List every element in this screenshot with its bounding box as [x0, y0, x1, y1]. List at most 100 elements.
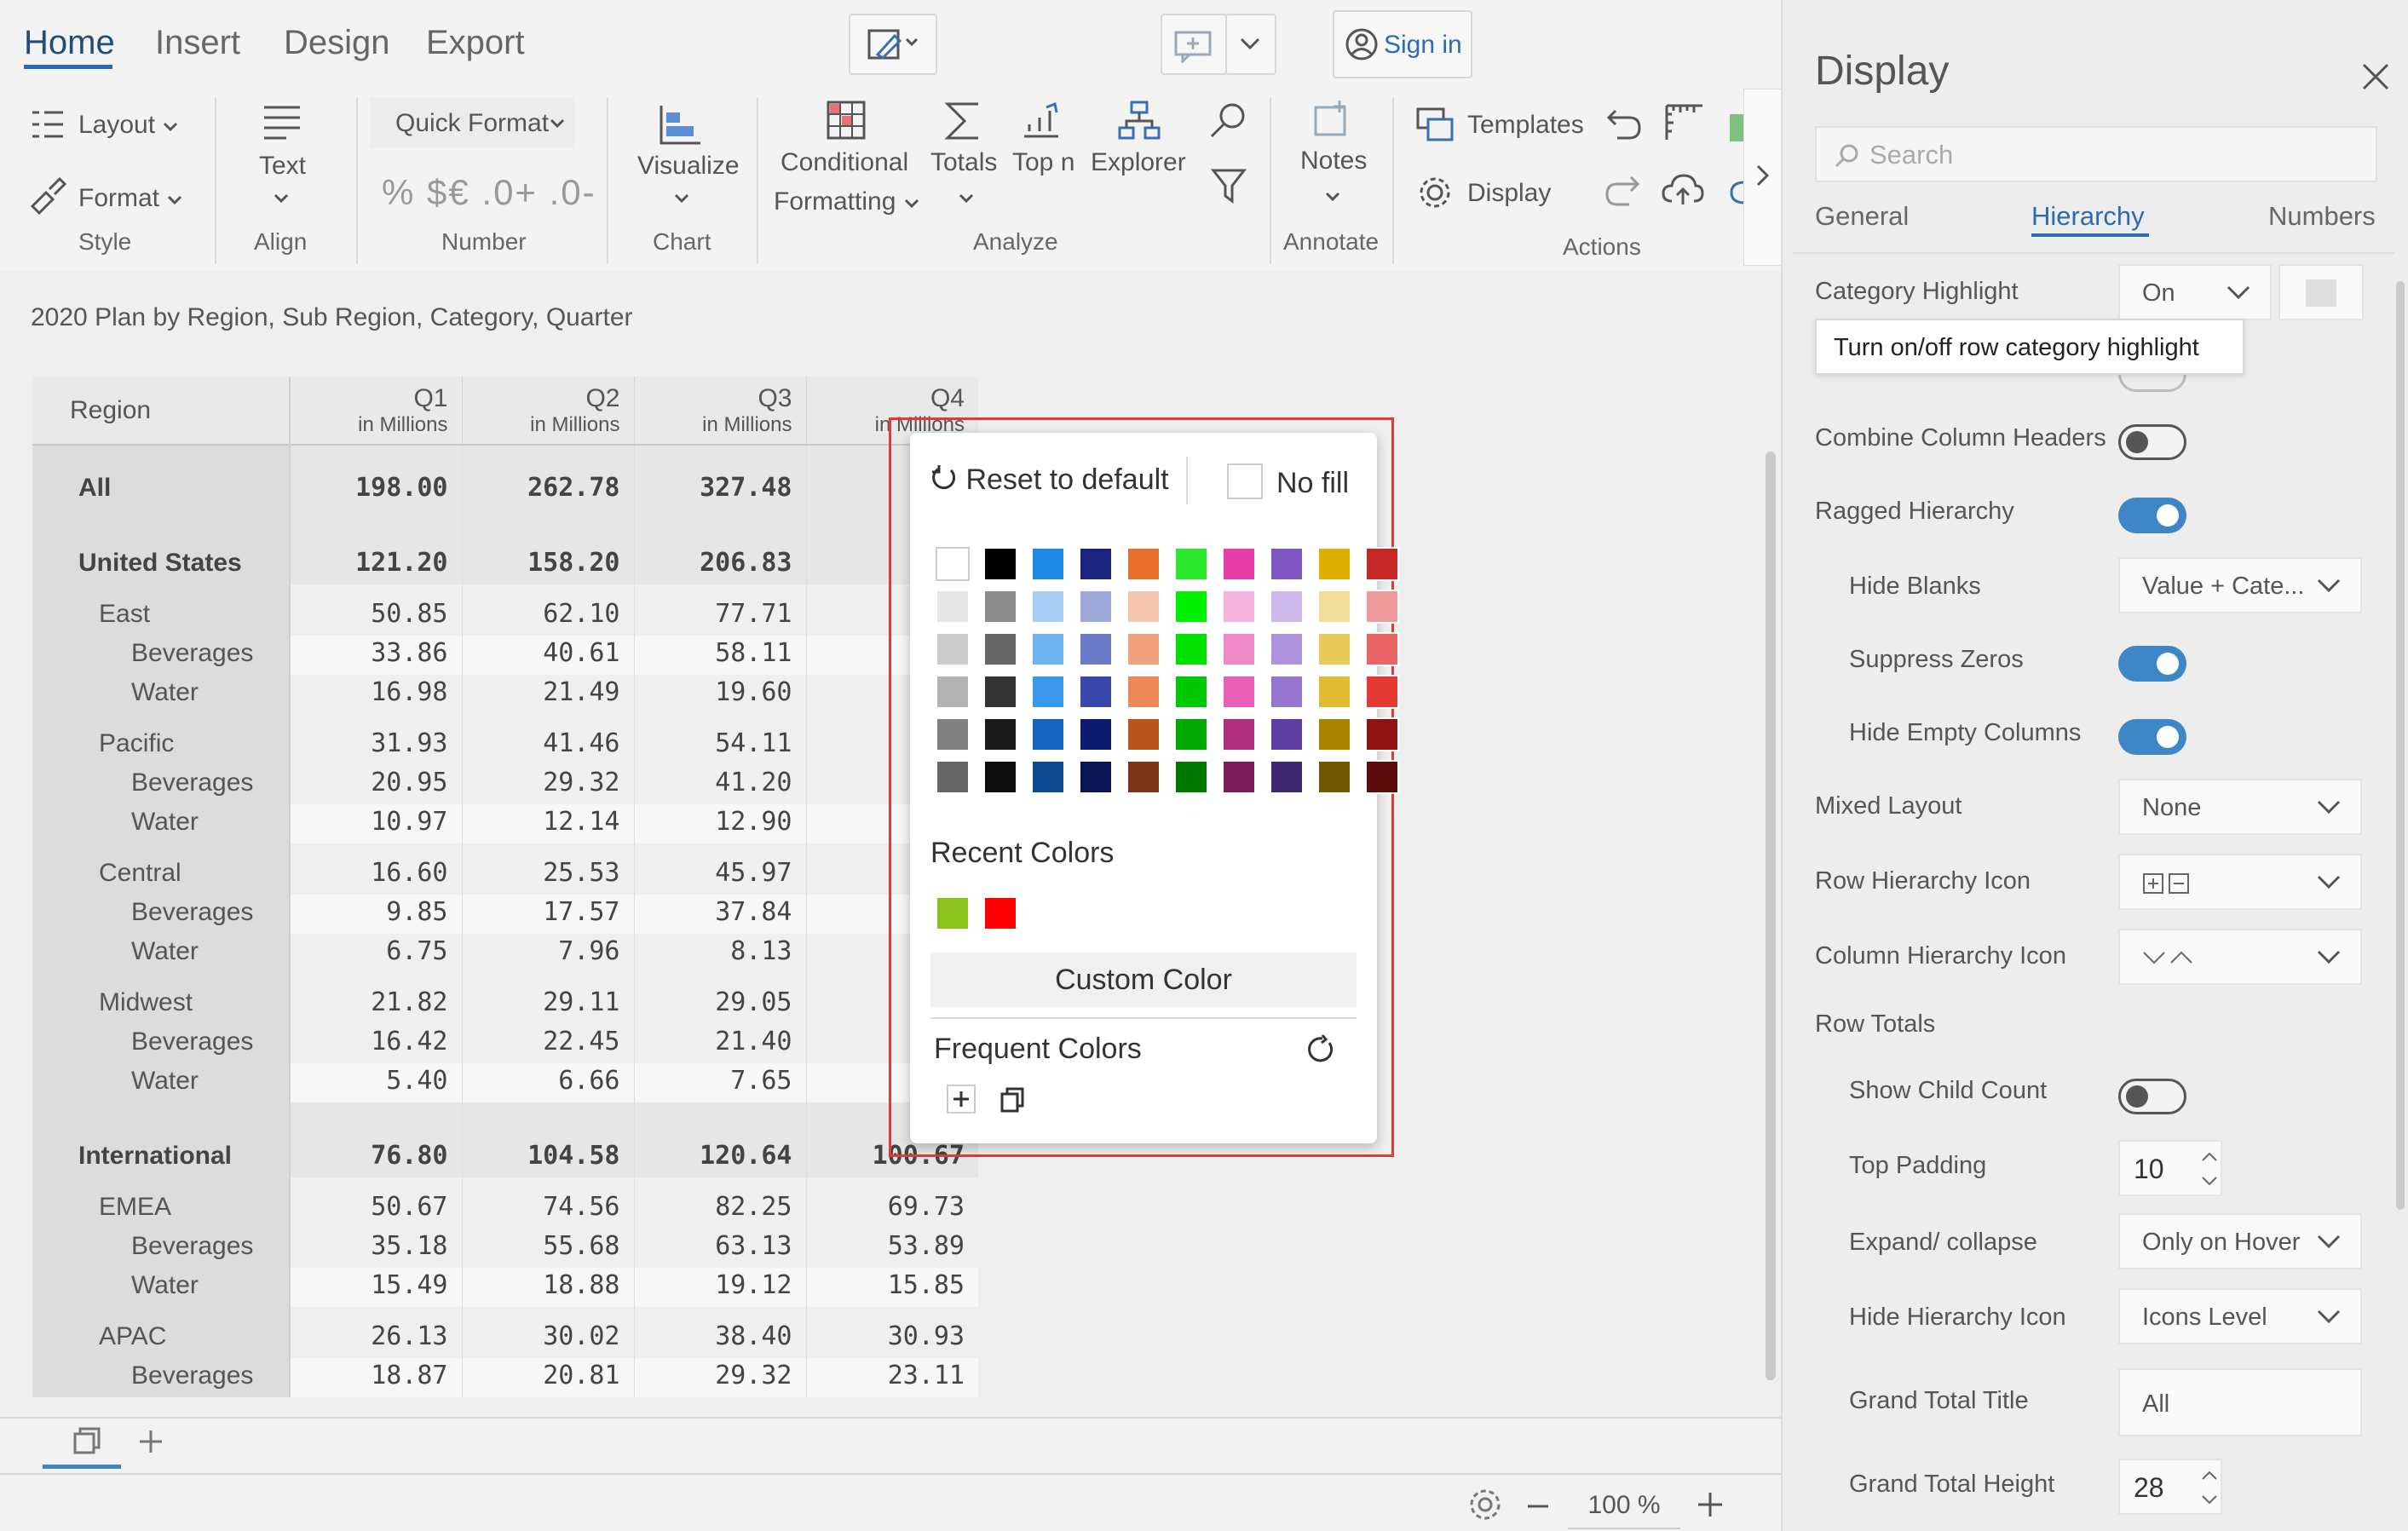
value-cell[interactable]: 10.97 — [290, 804, 463, 843]
color-swatch[interactable] — [1365, 760, 1399, 794]
color-swatch[interactable] — [1317, 547, 1351, 581]
add-sheet-icon[interactable] — [136, 1427, 165, 1456]
value-cell[interactable]: 16.60 — [290, 843, 463, 895]
color-swatch[interactable] — [1031, 547, 1065, 581]
color-swatch[interactable] — [1317, 675, 1351, 709]
column-header-q1[interactable]: Q1 in Millions — [290, 377, 463, 445]
mixed-layout-dropdown[interactable]: None — [2118, 779, 2362, 835]
row-label-cell[interactable]: Water — [32, 934, 291, 973]
value-cell[interactable]: 9.85 — [290, 895, 463, 934]
value-cell[interactable]: 50.67 — [290, 1177, 463, 1229]
color-swatch[interactable] — [1174, 547, 1208, 581]
color-swatch[interactable] — [1270, 675, 1304, 709]
row-hierarchy-icon-dropdown[interactable] — [2118, 854, 2362, 910]
ribbon-scroll-right-button[interactable] — [1743, 89, 1783, 266]
value-cell[interactable]: 26.13 — [290, 1307, 463, 1358]
color-swatch[interactable] — [1174, 590, 1208, 624]
color-swatch[interactable] — [983, 547, 1017, 581]
stepper-arrows-icon[interactable] — [2200, 1147, 2219, 1198]
color-swatch[interactable] — [1270, 717, 1304, 751]
value-cell[interactable]: 54.11 — [634, 714, 807, 765]
row-label-cell[interactable]: International — [32, 1102, 291, 1177]
color-swatch[interactable] — [1222, 547, 1256, 581]
value-cell[interactable]: 63.13 — [634, 1229, 807, 1268]
color-swatch[interactable] — [983, 632, 1017, 666]
value-cell[interactable]: 20.81 — [462, 1358, 635, 1397]
value-cell[interactable]: 7.65 — [634, 1063, 807, 1102]
row-label-cell[interactable]: Central — [32, 843, 291, 895]
value-cell[interactable]: 16.42 — [290, 1024, 463, 1063]
color-swatch[interactable] — [936, 590, 970, 624]
color-swatch[interactable] — [1270, 760, 1304, 794]
value-cell[interactable]: 25.53 — [462, 843, 635, 895]
value-cell[interactable]: 6.75 — [290, 934, 463, 973]
value-cell[interactable]: 76.80 — [290, 1102, 463, 1177]
value-cell[interactable]: 12.14 — [462, 804, 635, 843]
column-header-q3[interactable]: Q3 in Millions — [634, 377, 807, 445]
row-label-cell[interactable]: United States — [32, 509, 291, 584]
tab-home[interactable]: Home — [24, 24, 115, 62]
row-label-cell[interactable]: Midwest — [32, 973, 291, 1024]
color-swatch[interactable] — [936, 717, 970, 751]
display-button[interactable]: Display — [1467, 179, 1551, 208]
color-swatch[interactable] — [1031, 590, 1065, 624]
value-cell[interactable]: 55.68 — [462, 1229, 635, 1268]
undo-icon[interactable] — [1604, 104, 1643, 141]
search-input[interactable]: Search — [1815, 126, 2377, 182]
add-color-icon[interactable] — [946, 1084, 976, 1114]
value-cell[interactable]: 69.73 — [806, 1177, 978, 1229]
color-swatch[interactable] — [1079, 717, 1113, 751]
visualize-button[interactable]: Visualize — [637, 152, 740, 181]
column-hierarchy-icon-dropdown[interactable] — [2118, 929, 2362, 985]
vertical-scrollbar[interactable] — [1766, 452, 1776, 1380]
color-swatch[interactable] — [936, 547, 970, 581]
color-swatch[interactable] — [1126, 547, 1161, 581]
color-swatch[interactable] — [1222, 632, 1256, 666]
value-cell[interactable]: 18.88 — [462, 1268, 635, 1307]
color-swatch[interactable] — [936, 632, 970, 666]
value-cell[interactable]: 33.86 — [290, 636, 463, 675]
cloud-upload-icon[interactable] — [1660, 170, 1706, 208]
value-cell[interactable]: 74.56 — [462, 1177, 635, 1229]
value-cell[interactable]: 29.11 — [462, 973, 635, 1024]
color-swatch[interactable] — [1222, 590, 1256, 624]
no-fill-button[interactable]: No fill — [1227, 463, 1349, 500]
tab-numbers[interactable]: Numbers — [2268, 201, 2376, 232]
color-swatch[interactable] — [1126, 632, 1161, 666]
row-label-cell[interactable]: All — [32, 445, 291, 509]
value-cell[interactable]: 21.40 — [634, 1024, 807, 1063]
color-swatch[interactable] — [1174, 760, 1208, 794]
color-swatch[interactable] — [1079, 590, 1113, 624]
row-label-cell[interactable]: Water — [32, 804, 291, 843]
color-swatch[interactable] — [1270, 547, 1304, 581]
ragged-hierarchy-toggle[interactable] — [2118, 498, 2186, 533]
color-swatch[interactable] — [1365, 717, 1399, 751]
templates-button[interactable]: Templates — [1467, 111, 1584, 140]
row-label-cell[interactable]: EMEA — [32, 1177, 291, 1229]
custom-color-button[interactable]: Custom Color — [930, 953, 1357, 1007]
tab-export[interactable]: Export — [426, 24, 525, 62]
close-icon[interactable] — [2360, 61, 2391, 92]
hide-empty-columns-toggle[interactable] — [2118, 719, 2186, 755]
value-cell[interactable]: 58.11 — [634, 636, 807, 675]
row-label-cell[interactable]: Beverages — [32, 1358, 291, 1397]
column-header-q2[interactable]: Q2 in Millions — [462, 377, 635, 445]
row-label-cell[interactable]: Beverages — [32, 1229, 291, 1268]
color-swatch[interactable] — [1079, 675, 1113, 709]
row-label-cell[interactable]: Beverages — [32, 765, 291, 804]
value-cell[interactable]: 5.40 — [290, 1063, 463, 1102]
tab-hierarchy[interactable]: Hierarchy — [2031, 201, 2145, 232]
row-label-cell[interactable]: Beverages — [32, 636, 291, 675]
color-swatch[interactable] — [1317, 760, 1351, 794]
value-cell[interactable]: 6.66 — [462, 1063, 635, 1102]
color-swatch[interactable] — [1222, 675, 1256, 709]
color-swatch[interactable] — [1222, 717, 1256, 751]
value-cell[interactable]: 38.40 — [634, 1307, 807, 1358]
zoom-out-icon[interactable] — [1525, 1494, 1551, 1519]
value-cell[interactable]: 17.57 — [462, 895, 635, 934]
value-cell[interactable]: 15.85 — [806, 1268, 978, 1307]
value-cell[interactable]: 206.83 — [634, 509, 807, 584]
grand-total-title-input[interactable]: All — [2118, 1368, 2362, 1436]
value-cell[interactable]: 41.20 — [634, 765, 807, 804]
color-swatch[interactable] — [1126, 760, 1161, 794]
